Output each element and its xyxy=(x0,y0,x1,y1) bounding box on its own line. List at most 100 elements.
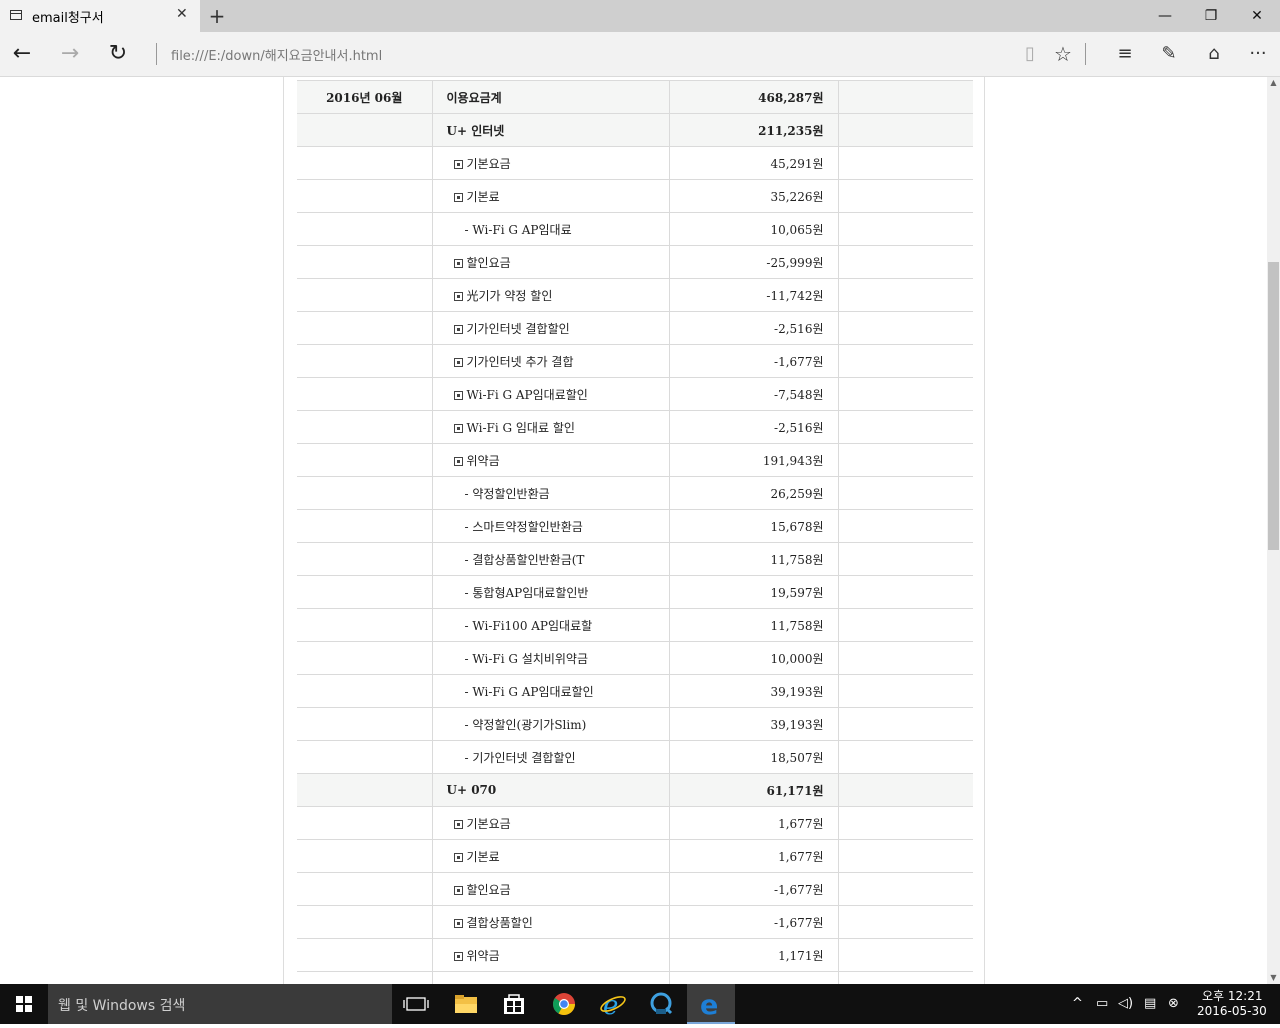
bill-row: Wi-Fi G AP임대료할인 -7,548원 xyxy=(297,377,973,411)
charge-name-cell: - Wi-Fi100 AP임대료할 xyxy=(432,608,670,642)
amount-cell: -1,677원 xyxy=(669,344,839,378)
charge-name-cell: - Wi-Fi G AP임대료할인 xyxy=(432,674,670,708)
billing-period-cell xyxy=(297,311,433,345)
navigation-bar: ← → ↻ file:///E:/down/해지요금안내서.html ▯ ☆ ≡… xyxy=(0,32,1280,77)
extra-cell xyxy=(838,608,973,642)
extra-cell xyxy=(838,905,973,939)
bill-row: 기가인터넷 결합할인 -2,516원 xyxy=(297,311,973,345)
vertical-scrollbar[interactable]: ▲ ▼ xyxy=(1267,77,1280,984)
close-window-button[interactable]: ✕ xyxy=(1234,0,1280,32)
scroll-up-icon[interactable]: ▲ xyxy=(1267,77,1280,89)
forward-button[interactable]: → xyxy=(54,38,86,70)
extra-cell xyxy=(838,113,973,147)
bill-row: 위약금 1,171원 xyxy=(297,938,973,972)
amount-cell: -2,516원 xyxy=(669,410,839,444)
action-center-icon[interactable]: ▤ xyxy=(1144,996,1156,1011)
bill-row: - 약정할인반환금 26,259원 xyxy=(297,476,973,510)
more-icon[interactable]: ··· xyxy=(1244,40,1272,68)
clock-time[interactable]: 오후 12:21 xyxy=(1202,987,1262,1004)
app-icon[interactable] xyxy=(638,984,686,1024)
hub-icon[interactable]: ≡ xyxy=(1111,40,1139,68)
billing-period-cell xyxy=(297,707,433,741)
extra-cell xyxy=(838,773,973,807)
amount-cell: 191,943원 xyxy=(669,443,839,477)
checkbox-bullet-icon xyxy=(453,918,463,928)
billing-period-cell xyxy=(297,839,433,873)
restore-button[interactable]: ❐ xyxy=(1188,0,1234,32)
extra-cell xyxy=(838,476,973,510)
scroll-down-icon[interactable]: ▼ xyxy=(1267,972,1280,984)
minimize-button[interactable]: — xyxy=(1142,0,1188,32)
billing-period-cell xyxy=(297,971,433,984)
billing-period-cell xyxy=(297,344,433,378)
favorite-star-icon[interactable]: ☆ xyxy=(1049,40,1077,68)
bill-row: U+ 070 61,171원 xyxy=(297,773,973,807)
share-icon[interactable]: ⌂ xyxy=(1200,40,1228,68)
back-button[interactable]: ← xyxy=(6,38,38,70)
amount-cell: 10,065원 xyxy=(669,212,839,246)
charge-name-cell: - Wi-Fi G AP임대료 xyxy=(432,212,670,246)
tab-close-icon[interactable]: ✕ xyxy=(176,6,188,22)
bill-row: - 통합형AP임대료할인반 19,597원 xyxy=(297,575,973,609)
edge-icon[interactable]: e xyxy=(687,984,735,1024)
amount-cell: 11,758원 xyxy=(669,608,839,642)
store-icon[interactable] xyxy=(490,984,538,1024)
billing-period-cell xyxy=(297,905,433,939)
billing-period-cell xyxy=(297,179,433,213)
taskbar-search-box[interactable]: 웹 및 Windows 검색 xyxy=(48,984,392,1024)
charge-name-cell: - 약정할인(광기가Slim) xyxy=(432,707,670,741)
web-note-icon[interactable]: ✎ xyxy=(1155,40,1183,68)
scrollbar-thumb[interactable] xyxy=(1268,262,1279,550)
amount-cell: -1,677원 xyxy=(669,872,839,906)
network-icon[interactable]: ▭ xyxy=(1096,996,1108,1011)
charge-name-cell: - 기가인터넷 결합할인 xyxy=(432,740,670,774)
chrome-icon[interactable] xyxy=(540,984,588,1024)
volume-icon[interactable]: ◁) xyxy=(1118,996,1133,1011)
amount-cell: 35,226원 xyxy=(669,179,839,213)
bill-row: - 결합상품할인반환금(T 11,758원 xyxy=(297,542,973,576)
address-bar[interactable]: file:///E:/down/해지요금안내서.html xyxy=(171,45,382,64)
refresh-button[interactable]: ↻ xyxy=(102,38,134,70)
bill-row: U+ 인터넷 211,235원 xyxy=(297,113,973,147)
charge-name: 기본요금 xyxy=(466,156,511,171)
charge-name-cell: - 결합상품할인반환금(T xyxy=(432,542,670,576)
billing-period-cell xyxy=(297,773,433,807)
charge-name-cell: Wi-Fi G AP임대료할인 xyxy=(432,377,670,411)
reading-view-icon[interactable]: ▯ xyxy=(1016,40,1044,68)
charge-name: 이용요금계 xyxy=(446,90,502,105)
extra-cell xyxy=(838,80,973,114)
bill-row: - 기가인터넷 결합할인 18,507원 xyxy=(297,740,973,774)
svg-text:e: e xyxy=(700,990,718,1021)
billing-period-cell xyxy=(297,212,433,246)
amount-cell: 45,291원 xyxy=(669,146,839,180)
billing-period-cell xyxy=(297,608,433,642)
bill-row: - Wi-Fi100 AP임대료할 11,758원 xyxy=(297,608,973,642)
charge-name: - Wi-Fi G 설치비위약금 xyxy=(464,651,589,666)
new-tab-button[interactable]: + xyxy=(205,2,229,30)
tab-email-bill[interactable]: email청구서 ✕ xyxy=(0,0,200,32)
charge-name: - Wi-Fi G AP임대료할인 xyxy=(464,684,594,699)
amount-cell: 1,171원 xyxy=(669,938,839,972)
charge-name-cell: 기본료 xyxy=(432,179,670,213)
extra-cell xyxy=(838,344,973,378)
file-explorer-icon[interactable] xyxy=(442,984,490,1024)
task-view-icon[interactable] xyxy=(392,984,440,1024)
amount-cell: 10,000원 xyxy=(669,641,839,675)
bill-row: 결합상품할인 -1,677원 xyxy=(297,905,973,939)
bill-row: 기본요금 1,677원 xyxy=(297,806,973,840)
bill-row: 2016년 06월 이용요금계 468,287원 xyxy=(297,80,973,114)
tray-expand-icon[interactable]: ^ xyxy=(1072,996,1083,1011)
extra-cell xyxy=(838,872,973,906)
amount-cell: 61,171원 xyxy=(669,773,839,807)
internet-explorer-icon[interactable]: e xyxy=(589,984,637,1024)
start-button[interactable] xyxy=(0,984,48,1024)
notification-close-icon[interactable]: ⊗ xyxy=(1168,996,1179,1011)
bill-row: - 스마트약정할인반환금 15,678원 xyxy=(297,509,973,543)
charge-name-cell: U+ 070 xyxy=(432,773,670,807)
extra-cell xyxy=(838,575,973,609)
extra-cell xyxy=(838,707,973,741)
checkbox-bullet-icon xyxy=(453,390,463,400)
billing-period-cell xyxy=(297,674,433,708)
charge-name: 할인요금 xyxy=(466,882,511,897)
clock-date[interactable]: 2016-05-30 xyxy=(1197,1004,1267,1018)
